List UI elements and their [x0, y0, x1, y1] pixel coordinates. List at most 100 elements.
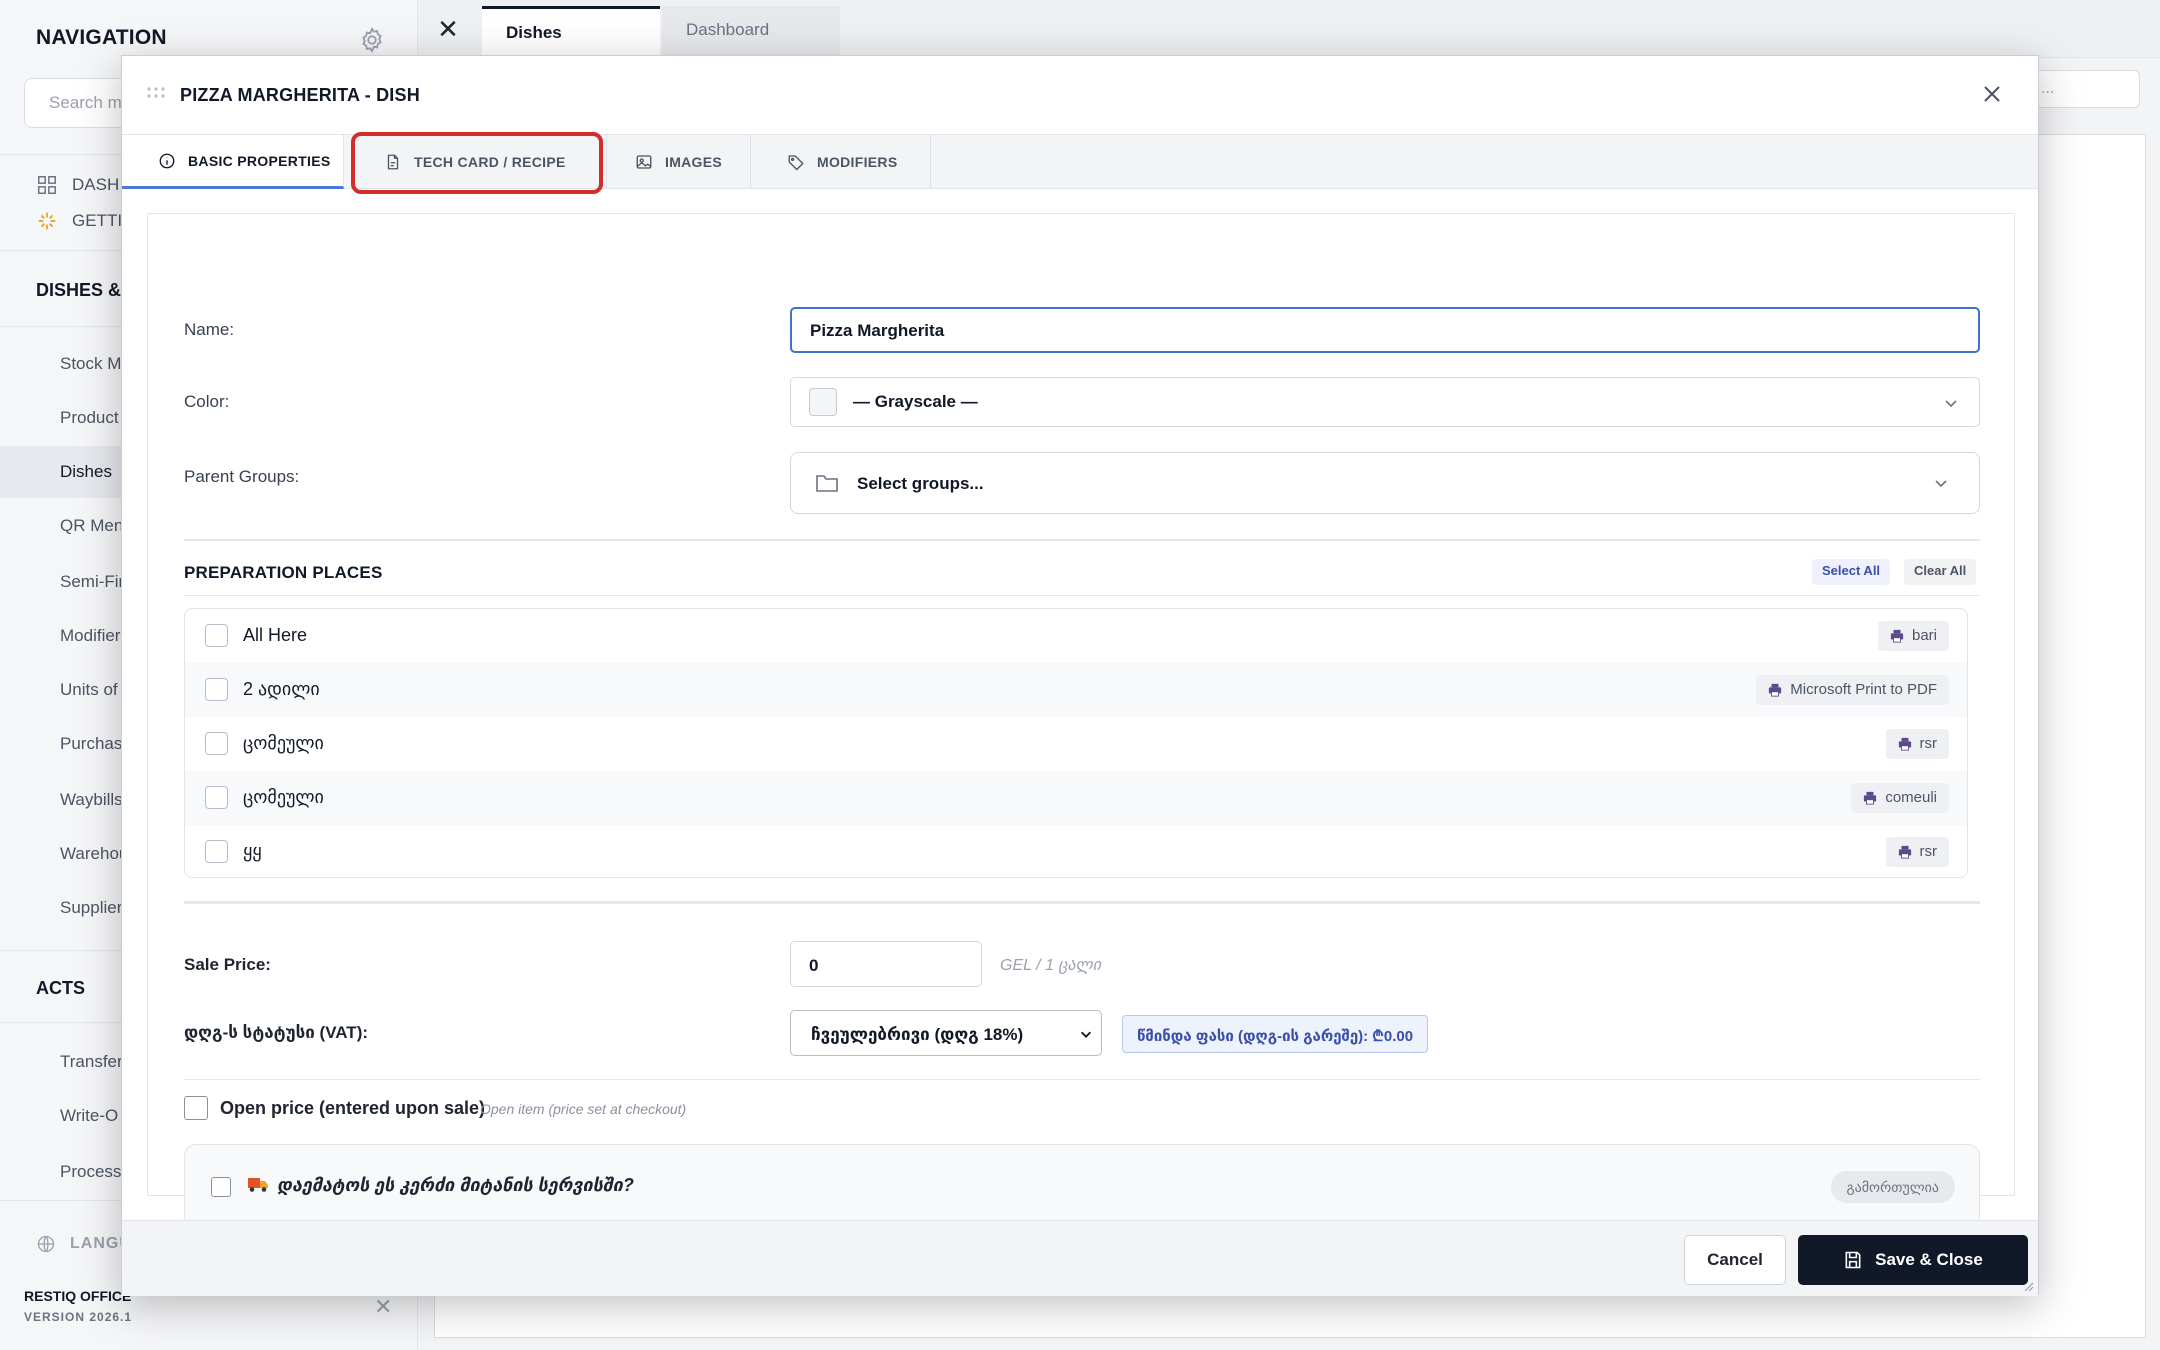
- chevron-down-icon: [1080, 1031, 1092, 1038]
- nav-section-dishes[interactable]: DISHES &: [36, 280, 121, 301]
- vat-select[interactable]: ჩვეულებრივი (დღგ 18%): [790, 1010, 1102, 1056]
- parent-groups-placeholder: Select groups...: [857, 474, 984, 493]
- place-checkbox[interactable]: [205, 786, 228, 809]
- divider: [184, 595, 1980, 596]
- info-icon: [159, 153, 175, 168]
- nav-item-dashboard[interactable]: DASH: [36, 174, 119, 196]
- folder-icon: [816, 475, 838, 492]
- list-item[interactable]: 2 ადილი Microsoft Print to PDF: [185, 663, 1967, 717]
- parent-groups-select[interactable]: Select groups...: [790, 452, 1980, 514]
- place-name: ცომეული: [243, 787, 324, 807]
- close-icon[interactable]: [1978, 80, 2006, 108]
- place-checkbox[interactable]: [205, 624, 228, 647]
- close-tab-icon[interactable]: ✕: [432, 14, 464, 46]
- printer-icon: [1864, 791, 1877, 805]
- printer-badge: bari: [1877, 621, 1949, 651]
- place-name: ცომეული: [243, 733, 324, 753]
- chevron-down-icon: [1935, 480, 1947, 488]
- background-search-input[interactable]: ...: [2030, 70, 2140, 108]
- drag-handle-icon[interactable]: [146, 86, 166, 100]
- dish-modal: PIZZA MARGHERITA - DISH BASIC PROPERTIES…: [121, 55, 2039, 1296]
- version-label: VERSION 2026.1: [24, 1310, 133, 1324]
- divider: [184, 901, 1980, 904]
- delivery-checkbox[interactable]: [211, 1177, 231, 1197]
- delivery-label: დაემატოს ეს კერძი მიტანის სერვისში?: [277, 1175, 634, 1195]
- modal-title: PIZZA MARGHERITA - DISH: [180, 85, 420, 105]
- open-price-label[interactable]: Open price (entered upon sale): [220, 1098, 485, 1119]
- gear-icon[interactable]: [358, 26, 386, 54]
- chevron-down-icon: [1945, 400, 1957, 408]
- app-tab-dishes[interactable]: Dishes: [482, 6, 660, 58]
- close-icon[interactable]: ✕: [374, 1294, 392, 1320]
- grid-icon: [38, 176, 56, 194]
- resize-handle-icon[interactable]: [2024, 1282, 2034, 1292]
- nav-section-acts[interactable]: ACTS: [36, 978, 85, 999]
- list-item[interactable]: ცომეული comeuli: [185, 771, 1967, 825]
- nav-item-getting-started[interactable]: GETTI: [36, 210, 122, 232]
- printer-icon: [1898, 737, 1911, 751]
- delivery-status-badge: გამორთულია: [1830, 1171, 1955, 1203]
- open-price-hint: Open item (price set at checkout): [480, 1101, 687, 1117]
- clear-all-button[interactable]: Clear All: [1904, 559, 1977, 585]
- place-checkbox[interactable]: [205, 678, 228, 701]
- place-checkbox[interactable]: [205, 840, 228, 863]
- printer-badge: rsr: [1885, 729, 1949, 759]
- tab-basic-properties[interactable]: BASIC PROPERTIES: [122, 135, 344, 189]
- place-name: ყყ: [243, 841, 262, 861]
- sale-price-input[interactable]: 0: [790, 941, 982, 987]
- color-label: Color:: [184, 392, 230, 411]
- app-tab-dashboard[interactable]: Dashboard: [662, 6, 840, 58]
- parent-groups-label: Parent Groups:: [184, 467, 300, 486]
- name-input[interactable]: Pizza Margherita: [790, 307, 1980, 353]
- list-item[interactable]: ყყ rsr: [185, 825, 1967, 877]
- tab-images[interactable]: IMAGES: [607, 135, 751, 189]
- sale-price-label: Sale Price:: [184, 955, 271, 974]
- basic-properties-panel: Name: Pizza Margherita Color: — Grayscal…: [147, 213, 2015, 1230]
- net-price-badge: წმინდა ფასი (დღგ-ის გარეშე): ₾0.00: [1122, 1015, 1429, 1053]
- nav-item-label: GETTI: [72, 211, 123, 230]
- divider: [184, 539, 1980, 541]
- sparkle-icon: [38, 212, 56, 230]
- place-checkbox[interactable]: [205, 732, 228, 755]
- printer-name: rsr: [1919, 735, 1938, 752]
- save-close-button[interactable]: Save & Close: [1798, 1235, 2028, 1285]
- tab-highlight-box: [351, 132, 603, 194]
- printer-name: Microsoft Print to PDF: [1790, 681, 1937, 698]
- globe-icon: [37, 1235, 55, 1253]
- select-all-button[interactable]: Select All: [1812, 559, 1891, 585]
- save-icon: [1845, 1251, 1861, 1269]
- save-close-label: Save & Close: [1875, 1250, 1983, 1269]
- vat-value: ჩვეულებრივი (დღგ 18%): [811, 1025, 1024, 1044]
- sale-price-unit: GEL / 1 ცალი: [1000, 957, 1101, 974]
- color-select[interactable]: — Grayscale —: [790, 377, 1980, 427]
- color-value: — Grayscale —: [853, 392, 978, 411]
- delivery-service-card: დაემატოს ეს კერძი მიტანის სერვისში? გამო…: [184, 1144, 1980, 1230]
- preparation-places-title: PREPARATION PLACES: [184, 563, 383, 582]
- printer-icon: [1898, 845, 1911, 859]
- preparation-places-list: All Here bari 2 ადილი Microsoft Print to…: [184, 608, 1968, 878]
- printer-badge: rsr: [1885, 837, 1949, 867]
- language-switcher[interactable]: LANGU: [36, 1234, 132, 1254]
- modal-footer: Cancel Save & Close: [122, 1220, 2038, 1296]
- name-label: Name:: [184, 320, 235, 339]
- tab-label: MODIFIERS: [817, 154, 898, 170]
- open-price-checkbox[interactable]: [184, 1096, 208, 1120]
- printer-name: comeuli: [1885, 789, 1937, 806]
- place-name: 2 ადილი: [243, 679, 320, 699]
- nav-item-label: DASH: [72, 175, 120, 194]
- place-name: All Here: [243, 625, 308, 645]
- divider: [184, 1079, 1980, 1080]
- printer-name: rsr: [1919, 843, 1938, 860]
- printer-icon: [1769, 683, 1782, 697]
- brand-name: RESTIQ OFFICE: [24, 1288, 132, 1304]
- list-item[interactable]: ცომეული rsr: [185, 717, 1967, 771]
- printer-name: bari: [1911, 627, 1937, 644]
- printer-icon: [1890, 629, 1904, 643]
- vat-label: დღგ-ს სტატუსი (VAT):: [184, 1023, 369, 1042]
- color-swatch: [809, 388, 837, 416]
- truck-icon: [248, 1178, 268, 1192]
- image-icon: [636, 155, 652, 169]
- list-item[interactable]: All Here bari: [185, 609, 1967, 663]
- cancel-button[interactable]: Cancel: [1684, 1235, 1786, 1285]
- tab-modifiers[interactable]: MODIFIERS: [751, 135, 931, 189]
